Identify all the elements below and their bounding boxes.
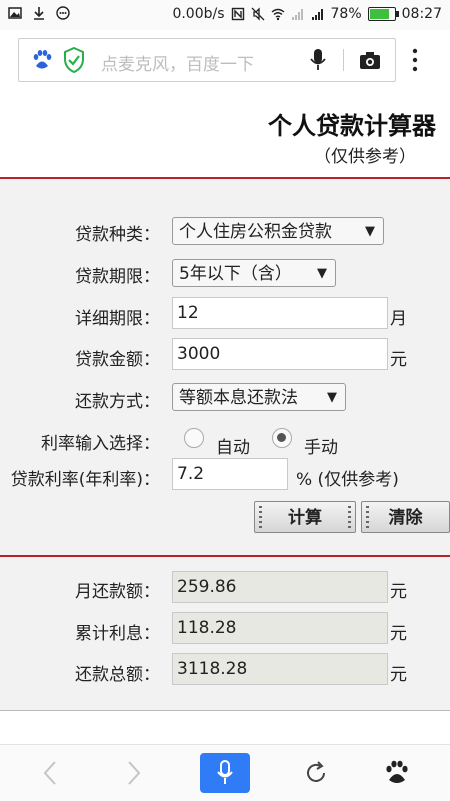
- loan-type-select[interactable]: 个人住房公积金贷款 ▼: [172, 217, 384, 245]
- signal-icon-2: [311, 9, 323, 20]
- browser-toolbar: 点麦克风，百度一下: [0, 30, 450, 92]
- rate-manual-radio[interactable]: [272, 428, 292, 448]
- term-label: 贷款期限：: [75, 267, 160, 287]
- total-interest-unit: 元: [390, 624, 407, 644]
- term-value: 5年以下（含）: [179, 264, 292, 284]
- camera-icon[interactable]: [359, 50, 381, 70]
- rate-auto-radio[interactable]: [184, 428, 204, 448]
- monthly-payment-label: 月还款额：: [75, 582, 160, 602]
- rate-input[interactable]: 7.2: [172, 458, 288, 490]
- security-shield-icon: [64, 47, 84, 73]
- voice-search-button[interactable]: [200, 753, 250, 793]
- total-repayment-field: 3118.28: [172, 653, 388, 685]
- total-interest-field: 118.28: [172, 612, 388, 644]
- total-repayment-unit: 元: [390, 665, 407, 685]
- rate-auto-label[interactable]: 自动: [216, 433, 250, 458]
- total-repayment-label: 还款总额：: [75, 665, 160, 685]
- bottom-nav: [0, 744, 450, 801]
- status-bar: 0.00b/s 78% 08:27: [0, 0, 450, 30]
- wifi-icon: [271, 8, 284, 21]
- clear-button[interactable]: 清除: [361, 501, 450, 533]
- calculate-button-label: 计算: [288, 508, 322, 528]
- term-select[interactable]: 5年以下（含） ▼: [172, 259, 336, 287]
- mute-icon: [251, 7, 264, 21]
- baidu-paw-icon: [33, 50, 52, 69]
- repay-method-select[interactable]: 等额本息还款法 ▼: [172, 383, 346, 411]
- button-grip: [259, 506, 262, 530]
- download-icon: [34, 7, 44, 20]
- nfc-icon: [231, 7, 244, 21]
- battery-percent: 78%: [330, 6, 362, 22]
- clock: 08:27: [401, 6, 442, 22]
- refresh-icon[interactable]: [304, 759, 328, 787]
- network-speed: 0.00b/s: [172, 6, 225, 22]
- rate-manual-label[interactable]: 手动: [304, 433, 338, 458]
- microphone-icon[interactable]: [309, 48, 327, 72]
- results-panel: 月还款额： 259.86 元 累计利息： 118.28 元 还款总额： 3118…: [0, 557, 450, 710]
- rate-unit: % (仅供参考): [296, 470, 399, 490]
- search-box[interactable]: 点麦克风，百度一下: [18, 38, 396, 82]
- more-menu-icon[interactable]: [412, 48, 418, 72]
- clear-button-label: 清除: [388, 508, 423, 528]
- button-grip: [348, 506, 351, 530]
- forward-icon[interactable]: [122, 759, 144, 787]
- dropdown-arrow-icon: ▼: [327, 390, 337, 405]
- loan-type-value: 个人住房公积金贷款: [179, 222, 332, 242]
- back-icon[interactable]: [40, 759, 62, 787]
- baidu-home-icon[interactable]: [384, 759, 410, 787]
- monthly-payment-unit: 元: [390, 582, 407, 602]
- microphone-icon: [217, 760, 233, 784]
- message-icon: [56, 6, 70, 20]
- dropdown-arrow-icon: ▼: [317, 266, 327, 281]
- page-title: 个人贷款计算器: [268, 112, 436, 140]
- amount-unit: 元: [390, 350, 407, 370]
- detail-term-input[interactable]: 12: [172, 297, 388, 329]
- signal-icon: [291, 9, 303, 20]
- divider: [343, 49, 344, 71]
- repay-method-label: 还款方式：: [75, 392, 160, 412]
- detail-term-label: 详细期限：: [75, 309, 160, 329]
- button-grip: [366, 506, 369, 530]
- amount-label: 贷款金额：: [75, 350, 160, 370]
- loan-form: 贷款种类： 个人住房公积金贷款 ▼ 贷款期限： 5年以下（含） ▼ 详细期限： …: [0, 179, 450, 555]
- page-subtitle: （仅供参考）: [314, 147, 416, 167]
- calculate-button[interactable]: 计算: [254, 501, 356, 533]
- repay-method-value: 等额本息还款法: [179, 388, 298, 408]
- dropdown-arrow-icon: ▼: [365, 224, 375, 239]
- divider-bottom: [0, 710, 450, 711]
- battery-icon: [367, 7, 399, 21]
- rate-label: 贷款利率(年利率)：: [10, 470, 160, 490]
- total-interest-label: 累计利息：: [75, 624, 160, 644]
- amount-input[interactable]: 3000: [172, 338, 388, 370]
- loan-type-label: 贷款种类：: [75, 225, 160, 245]
- image-icon: [8, 7, 22, 19]
- detail-term-unit: 月: [390, 309, 407, 329]
- rate-choice-label: 利率输入选择：: [41, 434, 160, 454]
- monthly-payment-field: 259.86: [172, 571, 388, 603]
- search-placeholder: 点麦克风，百度一下: [101, 55, 254, 75]
